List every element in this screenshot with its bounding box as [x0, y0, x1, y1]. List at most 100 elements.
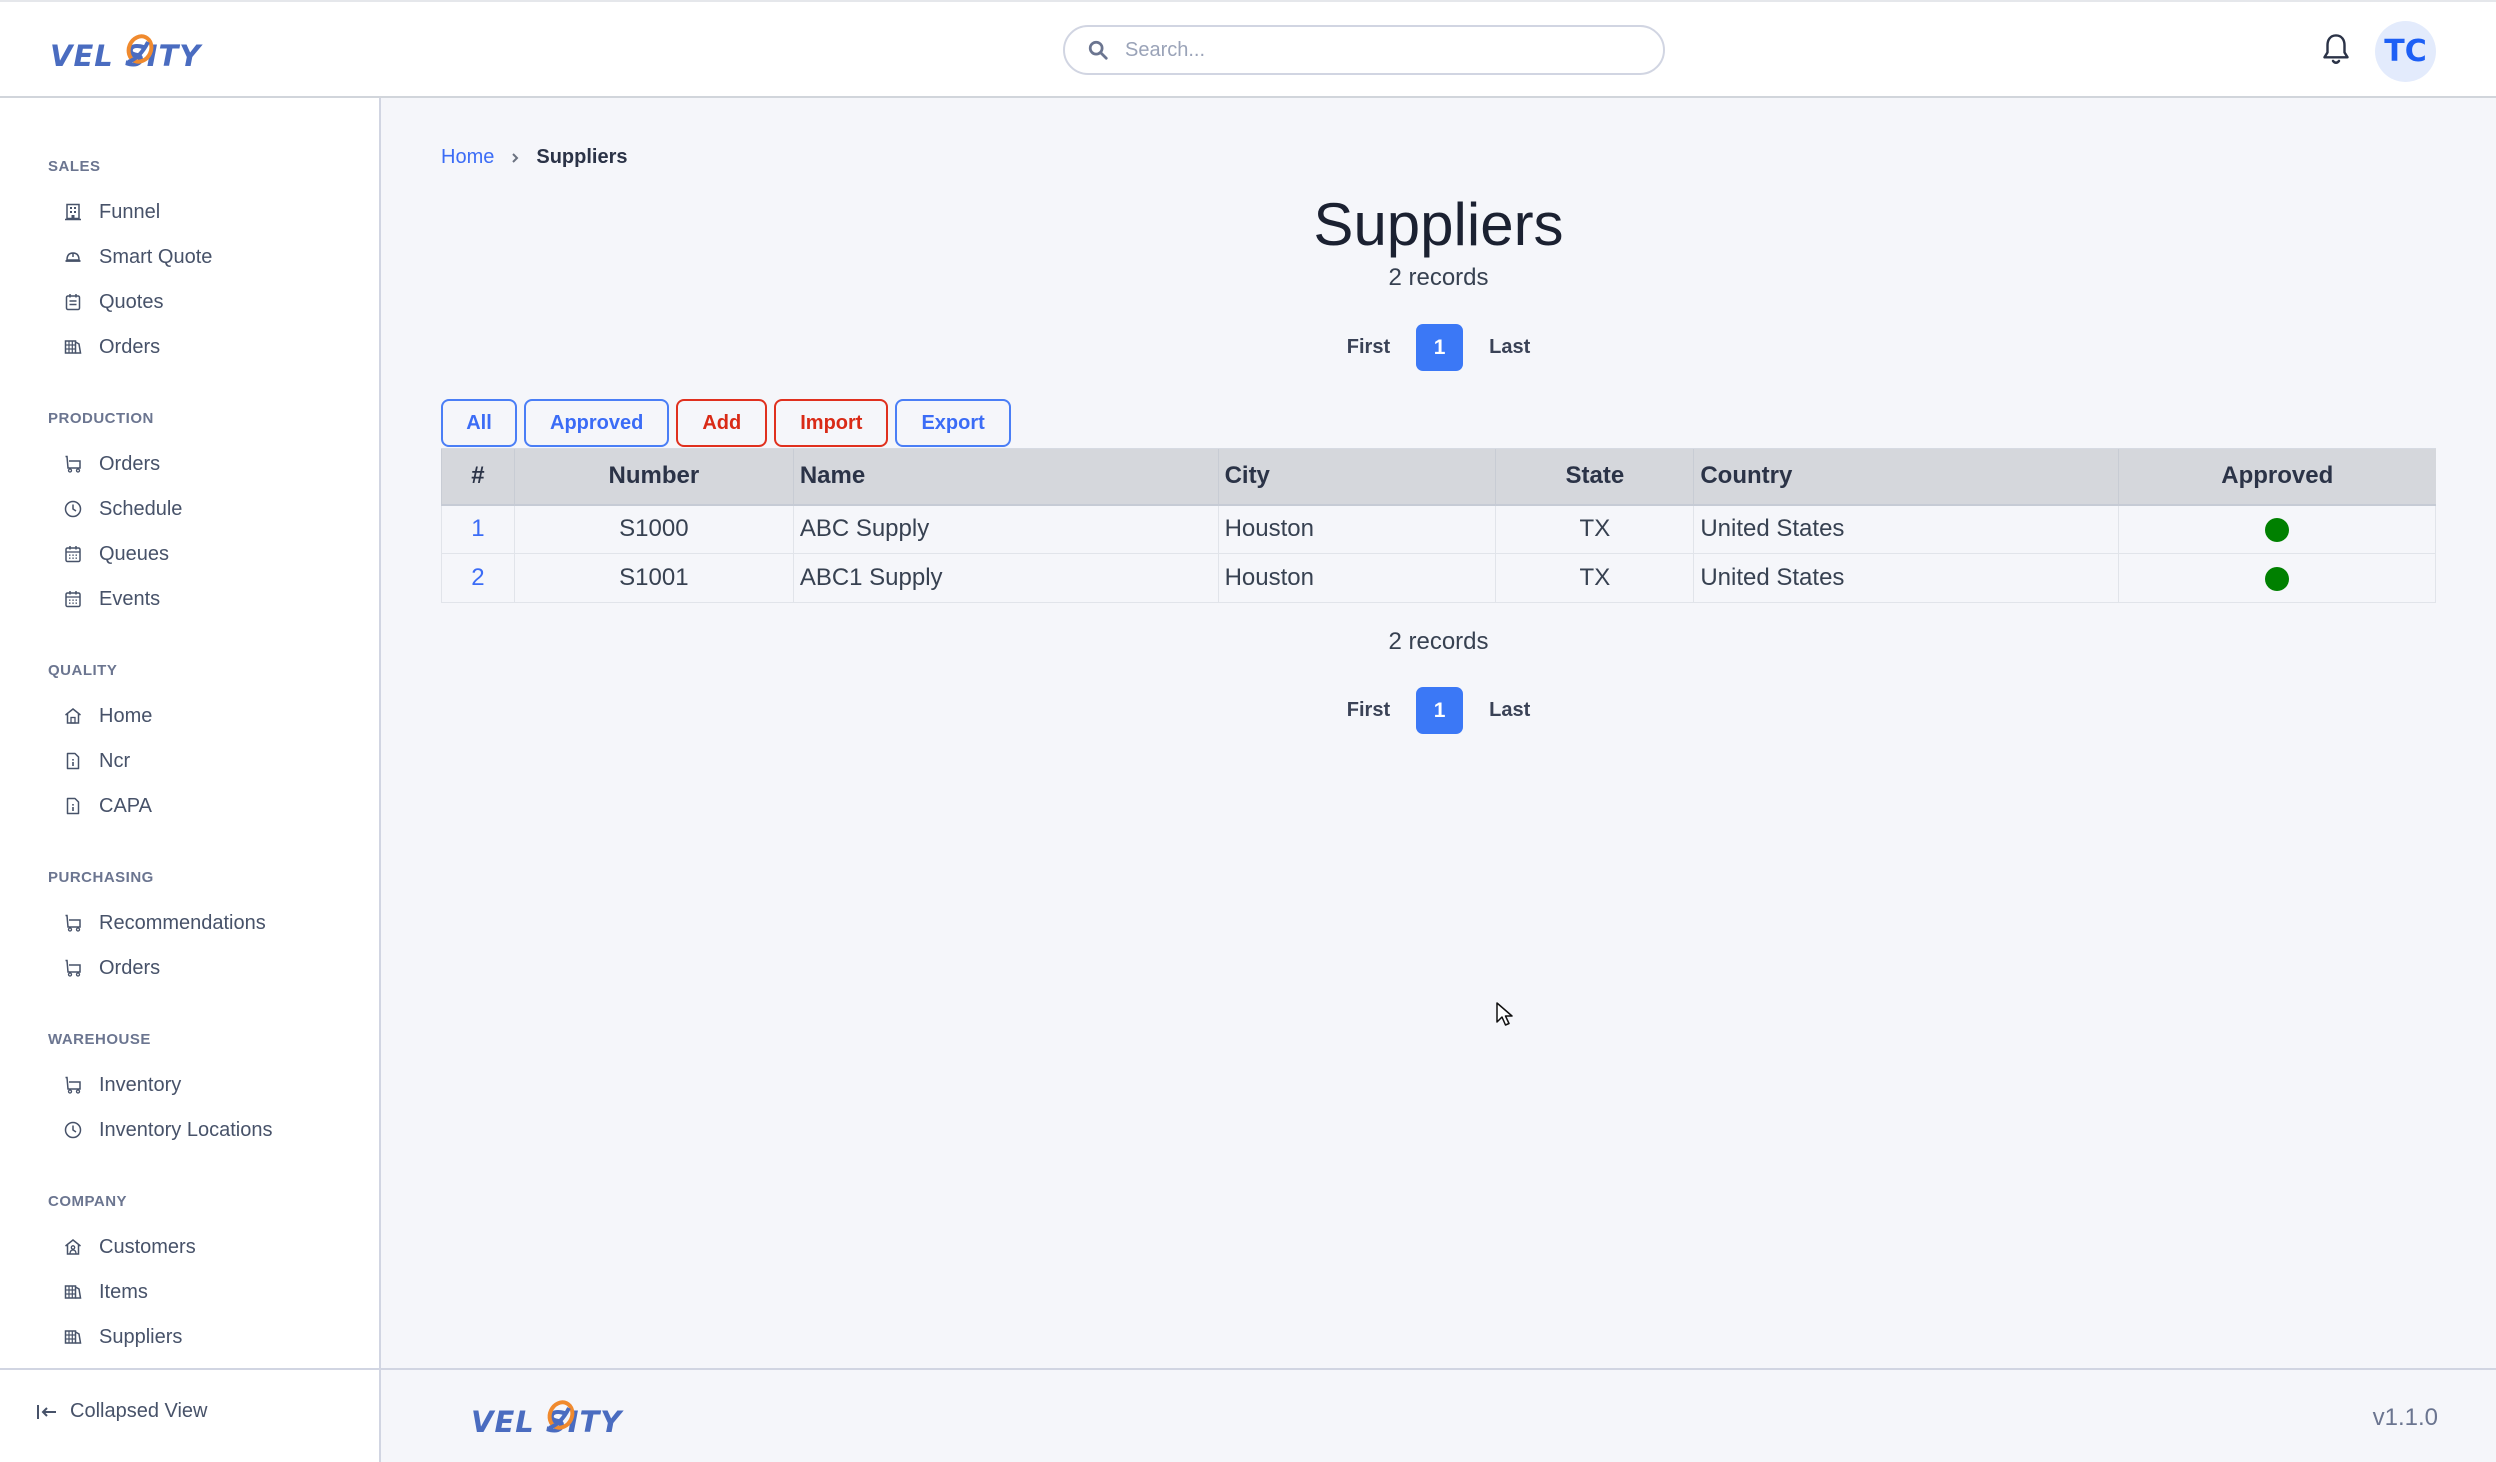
sidebar-footer: Collapsed View — [0, 1368, 379, 1462]
sidebar-item-customers[interactable]: Customers — [48, 1227, 348, 1267]
sidebar: SALES Funnel Smart Quote Quotes Orders P… — [0, 98, 381, 1462]
section-title: WAREHOUSE — [48, 1031, 151, 1048]
collapse-view-button[interactable]: Collapsed View — [36, 1400, 208, 1423]
sidebar-item-label: Ncr — [99, 749, 131, 772]
column-header-index[interactable]: # — [441, 448, 515, 506]
table-header-row: # Number Name City State Country Approve… — [441, 448, 2436, 506]
section-title: COMPANY — [48, 1193, 128, 1210]
calendar-icon — [65, 591, 81, 608]
sidebar-item-label: Schedule — [99, 497, 183, 520]
sidebar-item-quality-home[interactable]: Home — [48, 696, 348, 736]
pagination-page-1[interactable]: 1 — [1416, 687, 1464, 734]
sidebar-item-label: Queues — [99, 542, 170, 565]
breadcrumb: Home Suppliers — [441, 146, 628, 169]
logo-icon: VEL SITY — [50, 34, 203, 72]
home-user-icon — [65, 1239, 81, 1255]
cart-icon — [65, 1076, 81, 1094]
pagination-last[interactable]: Last — [1471, 336, 1548, 359]
sidebar-item-funnel[interactable]: Funnel — [48, 192, 348, 232]
sidebar-item-label: Home — [99, 704, 153, 727]
breadcrumb-home-link[interactable]: Home — [441, 146, 494, 169]
cart-icon — [65, 959, 81, 977]
record-count: 2 records — [1388, 264, 1489, 291]
velosity-logo-footer: VEL SITY — [469, 1394, 659, 1438]
table-row[interactable]: 1 S1000 ABC Supply Houston TX United Sta… — [441, 504, 2436, 554]
record-count-bottom: 2 records — [1388, 628, 1489, 655]
chevron-right-icon — [512, 152, 519, 163]
column-header-number[interactable]: Number — [513, 448, 794, 506]
sidebar-item-label: Orders — [99, 452, 161, 475]
sidebar-item-production-orders[interactable]: Orders — [48, 444, 348, 484]
row-link[interactable]: 2 — [471, 564, 484, 591]
page-footer: VEL SITY v1.1.0 — [381, 1368, 2496, 1462]
column-header-name[interactable]: Name — [792, 448, 1219, 506]
search-bar[interactable] — [1063, 25, 1665, 75]
column-header-city[interactable]: City — [1217, 448, 1496, 506]
pagination-first[interactable]: First — [1329, 699, 1408, 722]
column-header-approved[interactable]: Approved — [2118, 448, 2436, 506]
app-version: v1.1.0 — [2372, 1404, 2438, 1431]
clipboard-icon — [65, 294, 81, 311]
sidebar-item-inventory[interactable]: Inventory — [48, 1065, 348, 1105]
top-header: VEL SITY TC — [0, 0, 2496, 98]
cell-city: Houston — [1217, 553, 1497, 603]
sidebar-item-label: Funnel — [99, 200, 161, 223]
sidebar-item-schedule[interactable]: Schedule — [48, 489, 348, 529]
sidebar-item-purchasing-orders[interactable]: Orders — [48, 948, 348, 988]
sidebar-item-capa[interactable]: CAPA — [48, 786, 348, 826]
sidebar-item-quotes[interactable]: Quotes — [48, 282, 348, 322]
column-header-country[interactable]: Country — [1693, 448, 2119, 506]
filter-approved-button[interactable]: Approved — [524, 399, 670, 447]
sidebar-item-items[interactable]: Items — [48, 1272, 348, 1312]
grid-book-icon — [64, 340, 82, 354]
table-row[interactable]: 2 S1001 ABC1 Supply Houston TX United St… — [441, 553, 2436, 603]
logo-wordmark: VEL SITY — [50, 39, 203, 72]
sidebar-item-events[interactable]: Events — [48, 579, 348, 619]
cell-approved — [2118, 553, 2436, 603]
collapse-left-icon — [37, 1404, 56, 1419]
collapse-view-label: Collapsed View — [70, 1400, 208, 1422]
hard-hat-icon — [65, 252, 81, 262]
sidebar-item-queues[interactable]: Queues — [48, 534, 348, 574]
sidebar-item-suppliers[interactable]: Suppliers — [48, 1317, 348, 1357]
suppliers-table: # Number Name City State Country Approve… — [441, 448, 2436, 603]
file-info-icon — [66, 797, 80, 815]
add-button[interactable]: Add — [676, 399, 768, 447]
section-title: QUALITY — [48, 662, 118, 679]
cart-icon — [65, 914, 81, 932]
export-button[interactable]: Export — [895, 399, 1011, 447]
pagination-first[interactable]: First — [1329, 336, 1408, 359]
sidebar-item-label: Customers — [99, 1235, 196, 1258]
cell-name: ABC1 Supply — [792, 553, 1219, 603]
sidebar-item-smart-quote[interactable]: Smart Quote — [48, 237, 348, 277]
sidebar-item-ncr[interactable]: Ncr — [48, 741, 348, 781]
column-header-state[interactable]: State — [1495, 448, 1694, 506]
cell-index[interactable]: 2 — [441, 553, 515, 603]
action-toolbar: All Approved Add Import Export — [441, 399, 1011, 447]
import-button[interactable]: Import — [774, 399, 889, 447]
sidebar-nav: SALES Funnel Smart Quote Quotes Orders P… — [0, 98, 379, 1368]
search-input[interactable] — [1125, 38, 1625, 62]
sidebar-item-label: Inventory Locations — [99, 1118, 273, 1141]
sidebar-item-sales-orders[interactable]: Orders — [48, 327, 348, 367]
section-title: PRODUCTION — [48, 410, 154, 427]
building-icon — [65, 203, 81, 221]
sidebar-item-recommendations[interactable]: Recommendations — [48, 903, 348, 943]
velosity-logo[interactable]: VEL SITY — [48, 28, 238, 72]
filter-all-button[interactable]: All — [441, 399, 517, 447]
sidebar-item-label: Quotes — [99, 290, 164, 313]
section-title: PURCHASING — [48, 869, 154, 886]
row-link[interactable]: 1 — [471, 515, 484, 542]
sidebar-item-label: Orders — [99, 335, 161, 358]
cell-city: Houston — [1217, 504, 1497, 554]
cell-approved — [2118, 504, 2436, 554]
sidebar-item-inventory-locations[interactable]: Inventory Locations — [48, 1110, 348, 1150]
sidebar-item-label: Smart Quote — [99, 245, 213, 268]
sidebar-item-label: CAPA — [99, 794, 152, 817]
sidebar-item-label: Recommendations — [99, 911, 266, 934]
bell-icon[interactable] — [2321, 33, 2351, 67]
pagination-last[interactable]: Last — [1471, 699, 1548, 722]
user-avatar[interactable]: TC — [2375, 21, 2436, 82]
cell-index[interactable]: 1 — [441, 504, 515, 554]
pagination-page-1[interactable]: 1 — [1416, 324, 1464, 371]
